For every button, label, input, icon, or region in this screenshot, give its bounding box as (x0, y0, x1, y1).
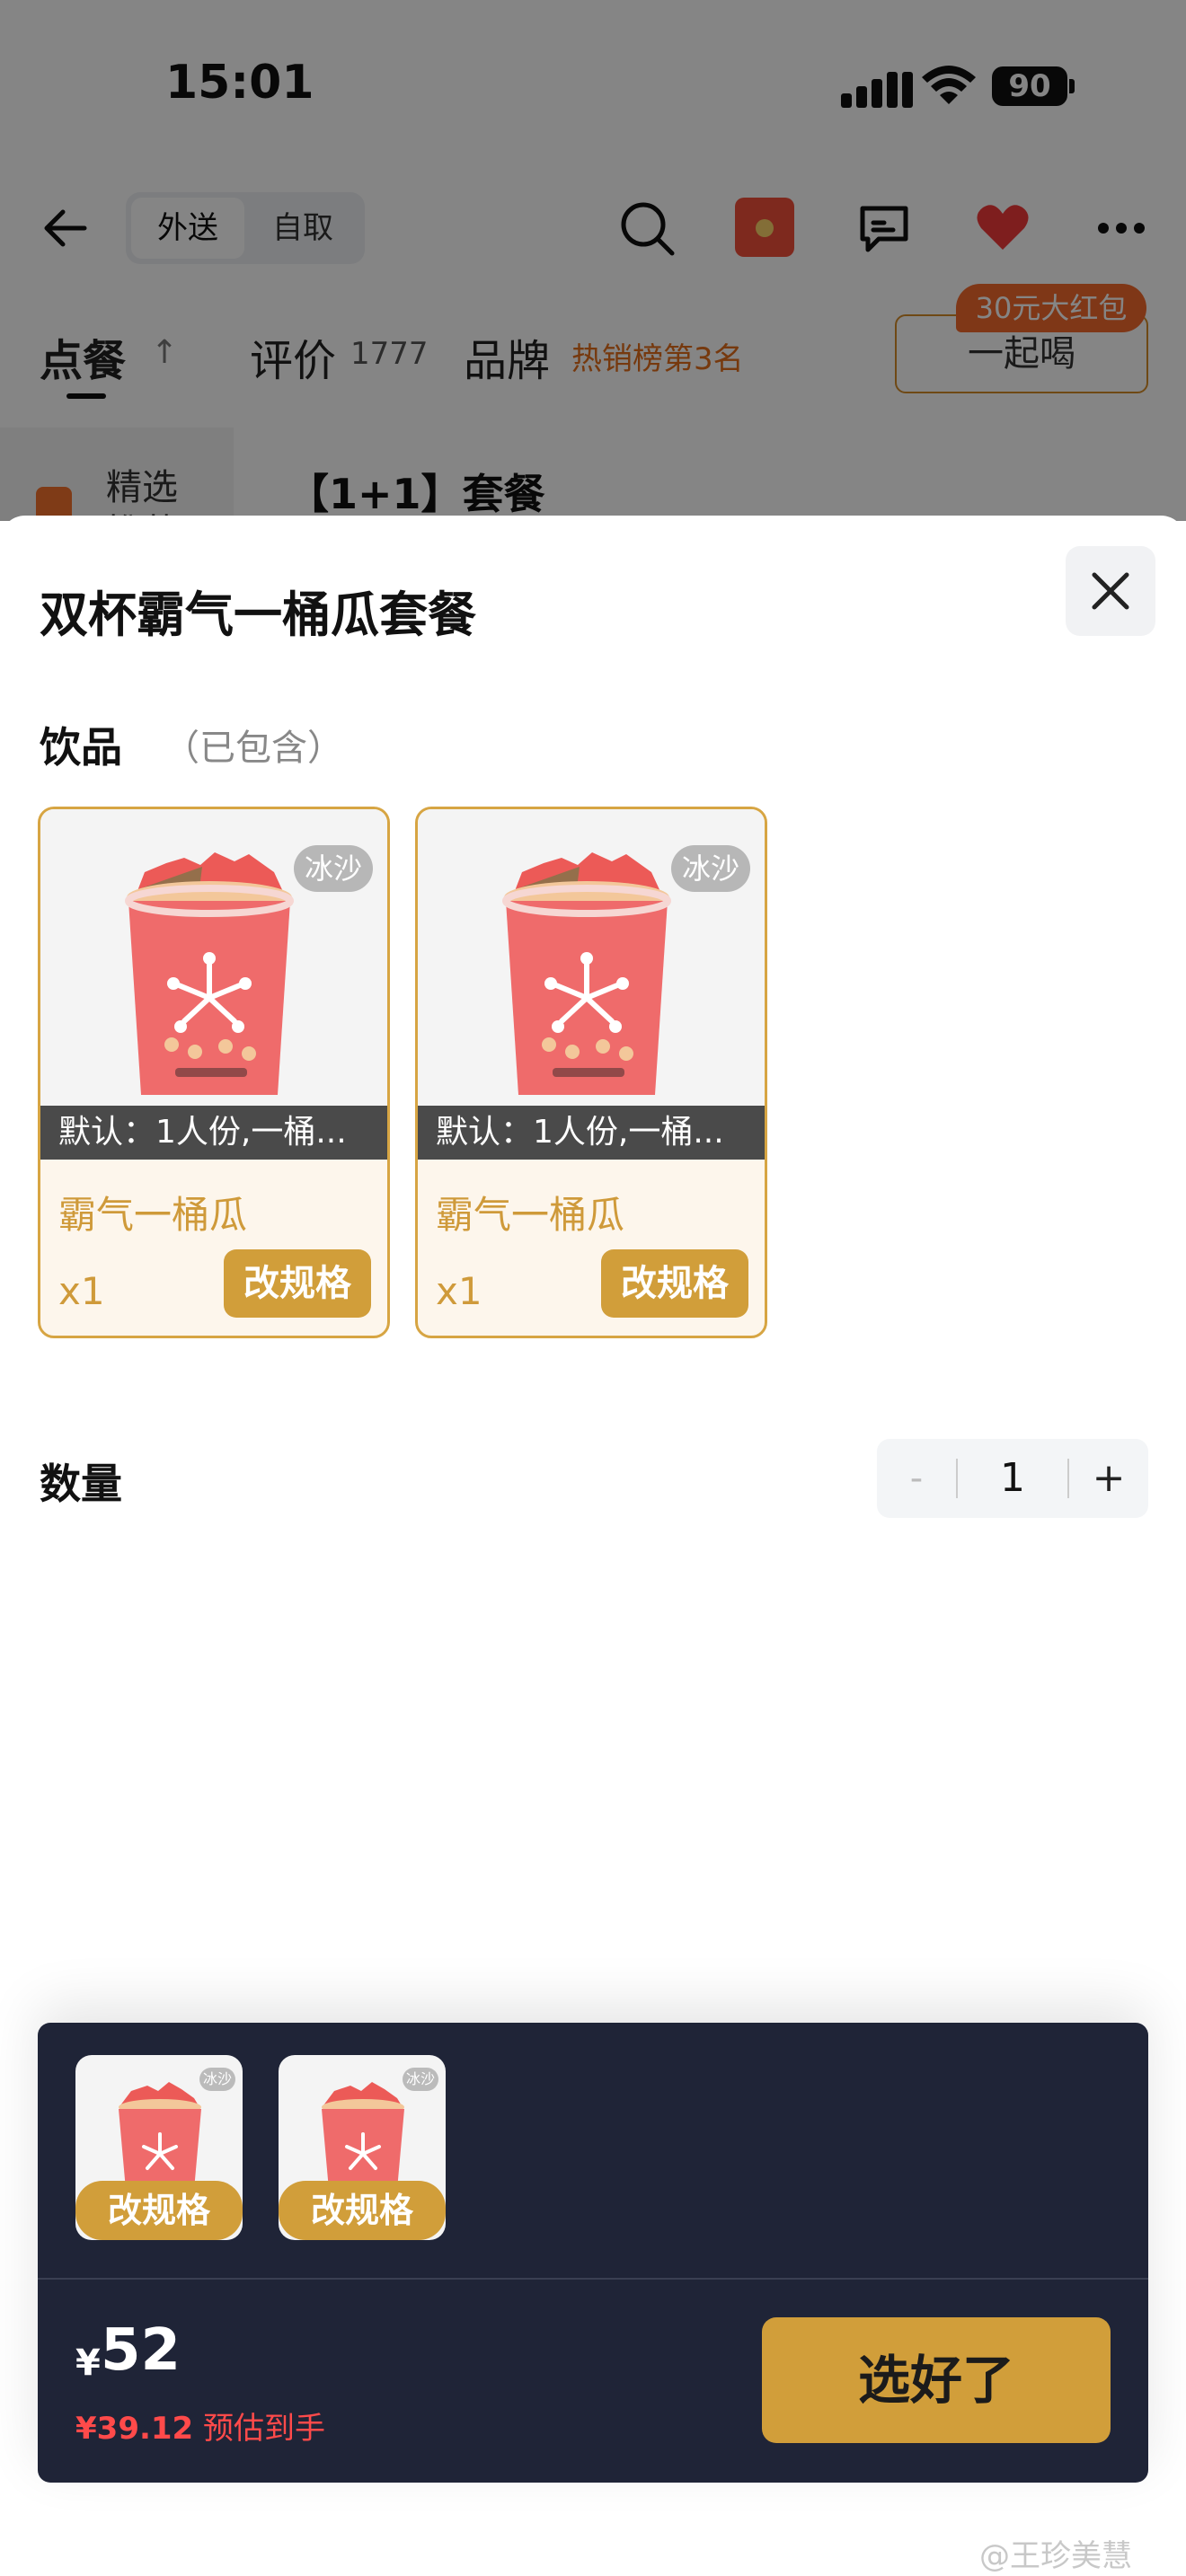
quantity-label: 数量 (40, 1460, 122, 1508)
quantity-stepper: - 1 + (877, 1439, 1148, 1518)
watermark: @王珍美慧 (979, 2538, 1132, 2574)
slush-badge: 冰沙 (403, 2068, 438, 2091)
drink-card[interactable]: 冰沙 默认：1人份,一桶... 霸气一桶瓜 x1 改规格 (38, 807, 390, 1338)
drink-name: 霸气一桶瓜 (58, 1193, 248, 1237)
panel-divider (38, 2278, 1148, 2280)
total-price: 52 (101, 2317, 181, 2384)
quantity-plus-button[interactable]: + (1069, 1439, 1148, 1518)
drinks-section-label: 饮品 (40, 723, 122, 772)
quantity-value: 1 (1000, 1455, 1025, 1501)
slush-badge: 冰沙 (671, 845, 750, 892)
drink-image: 冰沙 (418, 809, 765, 1106)
checkout-panel: 冰沙 改规格 冰沙 改规格 ¥ 52 ¥39.12 预估到手 选好了 (38, 2023, 1148, 2483)
change-spec-button[interactable]: 改规格 (75, 2181, 243, 2240)
currency-symbol: ¥ (75, 2342, 101, 2384)
close-button[interactable] (1066, 546, 1155, 636)
slush-badge: 冰沙 (294, 845, 373, 892)
selected-drink-thumb[interactable]: 冰沙 改规格 (75, 2055, 243, 2240)
done-button[interactable]: 选好了 (762, 2317, 1111, 2443)
change-spec-button[interactable]: 改规格 (601, 1249, 748, 1318)
change-spec-button[interactable]: 改规格 (279, 2181, 446, 2240)
sheet-title: 双杯霸气一桶瓜套餐 (40, 587, 476, 643)
estimated-value: ¥39.12 (75, 2411, 194, 2447)
selected-drink-thumb[interactable]: 冰沙 改规格 (279, 2055, 446, 2240)
modal-overlay[interactable] (0, 0, 1186, 521)
drink-name: 霸气一桶瓜 (436, 1193, 625, 1237)
default-spec: 默认：1人份,一桶... (418, 1106, 765, 1160)
quantity-minus-button[interactable]: - (877, 1439, 956, 1518)
close-icon (1092, 572, 1129, 610)
estimated-label: 预估到手 (203, 2411, 326, 2447)
drink-image: 冰沙 (40, 809, 387, 1106)
drink-qty: x1 (436, 1269, 482, 1313)
default-spec: 默认：1人份,一桶... (40, 1106, 387, 1160)
drink-qty: x1 (58, 1269, 105, 1313)
change-spec-button[interactable]: 改规格 (224, 1249, 371, 1318)
estimated-price: ¥39.12 预估到手 (75, 2404, 325, 2448)
drink-card[interactable]: 冰沙 默认：1人份,一桶... 霸气一桶瓜 x1 改规格 (415, 807, 767, 1338)
drinks-section-note: （已包含） (164, 728, 343, 769)
slush-badge: 冰沙 (199, 2068, 235, 2091)
